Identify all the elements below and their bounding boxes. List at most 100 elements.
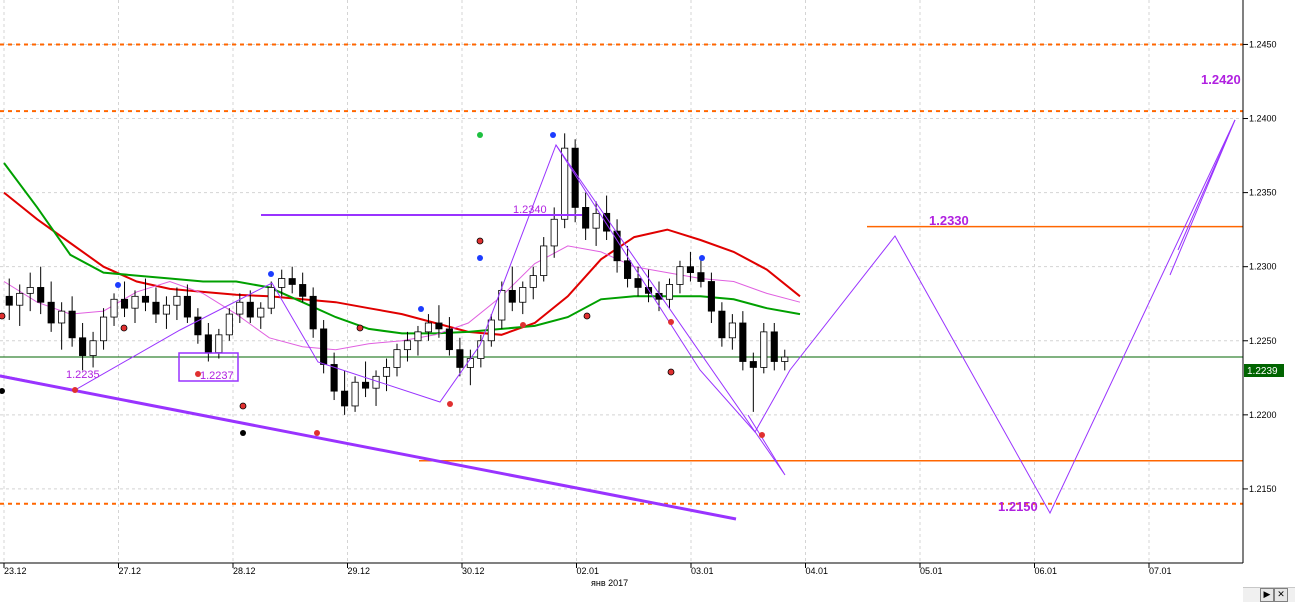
candle-body [141,295,150,303]
candle-body [152,301,160,315]
candle-body [466,358,474,368]
candle-body [676,266,684,285]
low-label-2: 1.2237 [200,370,234,382]
candle-body [131,295,139,309]
candle-body [16,292,24,306]
candle-body [110,298,118,318]
candle-body [362,381,370,389]
y-tick-label: 1.2350 [1249,188,1277,198]
candle-body [225,313,233,336]
candle-body [351,381,359,407]
target-label-up: 1.2420 [1201,72,1241,87]
signal-dot [667,368,675,376]
candle-body [508,289,516,303]
candle-body [550,218,558,247]
x-tick-label: 23.12 [4,566,27,576]
x-tick-label: 07.01 [1149,566,1172,576]
level-label-1: 1.2340 [513,204,547,216]
candle-body [634,278,642,288]
scroll-right-button[interactable]: ▶ [1260,588,1274,602]
candle-body [257,307,265,318]
candle-body [79,337,87,356]
candle-body [760,331,768,368]
y-tick-label: 1.2450 [1249,39,1277,49]
candle-body [37,287,45,303]
candle-body [120,298,129,309]
candle-body [183,295,191,318]
candle-body [728,322,736,339]
candle-body [5,295,13,306]
candle-body [288,278,296,285]
x-tick-label: 05.01 [920,566,943,576]
fractal-marker [115,282,121,288]
candle-body [26,287,34,294]
candle-body [749,361,757,368]
candle-body [215,334,223,354]
signal-dot [239,402,247,410]
candle-body [686,266,694,274]
y-axis: 1.2150 1.2200 1.2250 1.2300 1.2350 1.2400 1.24… [1243,39,1277,494]
candle-body [487,319,495,342]
x-tick-label: 27.12 [119,566,142,576]
candle-body [403,340,412,351]
x-tick-label: 03.01 [691,566,714,576]
candle-body [89,340,97,356]
candle-body [162,304,170,315]
candle-body [393,349,401,368]
x-tick-label: 06.01 [1035,566,1058,576]
y-tick-label: 1.2200 [1249,410,1277,420]
fractal-marker [447,401,453,407]
candle-body [382,367,391,377]
candle-body [498,289,506,321]
candle-body [592,212,600,229]
signal-dot [356,324,364,332]
candle-body [173,295,181,306]
fractal-marker [72,387,78,393]
chart-canvas: 1.2150 1.2200 1.2250 1.2300 1.2350 1.2400 1.24… [0,0,1284,588]
candle-body [529,275,537,288]
candle-body [414,331,422,342]
candle-body [236,301,244,315]
scroll-end-button[interactable]: ✕ [1274,588,1288,602]
candle-body [665,284,674,300]
signal-dot [120,324,128,332]
candle-body [58,310,66,324]
candle-body [456,349,464,368]
y-tick-label: 1.2400 [1249,114,1277,124]
x-tick-label: 02.01 [577,566,600,576]
candle-body [435,322,443,330]
candle-body [718,310,726,339]
candle-body [299,284,307,297]
candle-body [341,390,349,407]
month-label: янв 2017 [591,578,628,588]
candle-body [781,356,789,362]
candle-body [697,272,705,282]
candle-body [603,212,611,232]
low-label-1: 1.2235 [66,369,100,381]
candle-body [582,207,590,229]
candle-body [739,322,747,362]
x-tick-label: 29.12 [348,566,371,576]
current-price-tag: 1.2239 [1247,366,1278,377]
signal-dot [0,312,6,320]
candle-body [47,301,55,324]
candle-body [624,260,632,279]
candle-body [267,287,275,309]
candle-body [246,301,254,318]
candle-body [100,316,108,342]
fractal-marker [520,322,526,328]
candle-body [445,328,453,351]
x-tick-label: 04.01 [806,566,829,576]
candle-body [770,331,778,362]
signal-dot [476,237,484,245]
fractal-marker [477,132,483,138]
y-tick-label: 1.2300 [1249,262,1277,272]
y-tick-label: 1.2250 [1249,336,1277,346]
y-tick-label: 1.2150 [1249,484,1277,494]
candle-body [204,334,212,354]
fractal-marker [268,271,274,277]
candle-body [309,295,317,330]
target-label-down: 1.2150 [998,499,1038,514]
candle-body [278,278,286,288]
candle-body [519,287,527,303]
